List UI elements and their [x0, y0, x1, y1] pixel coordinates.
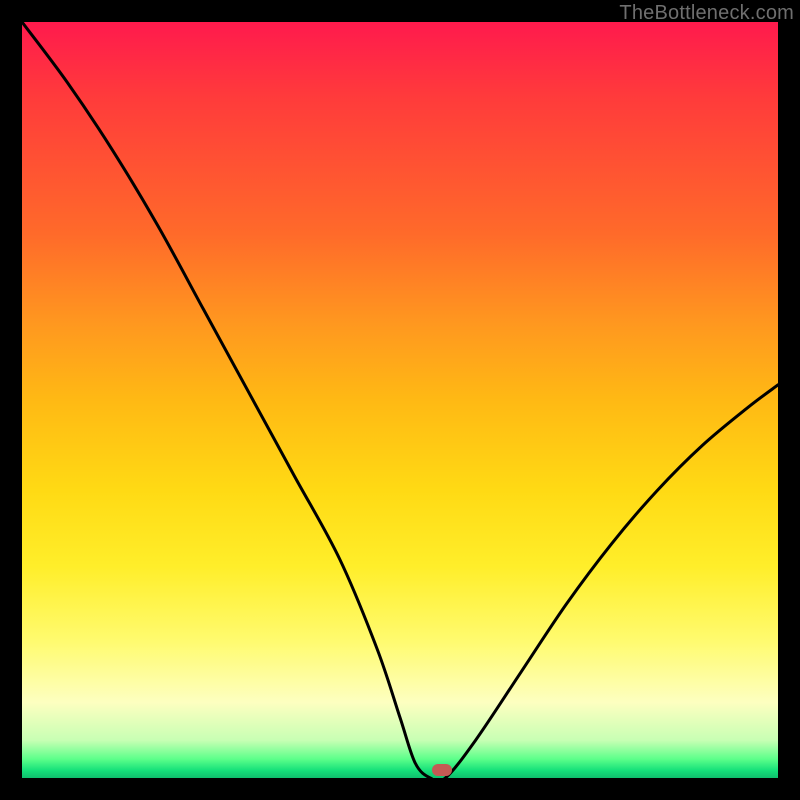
watermark-text: TheBottleneck.com [619, 2, 794, 25]
bottleneck-curve [22, 22, 778, 778]
chart-plot-area [22, 22, 778, 778]
optimal-marker [432, 764, 452, 776]
chart-frame: TheBottleneck.com [0, 0, 800, 800]
